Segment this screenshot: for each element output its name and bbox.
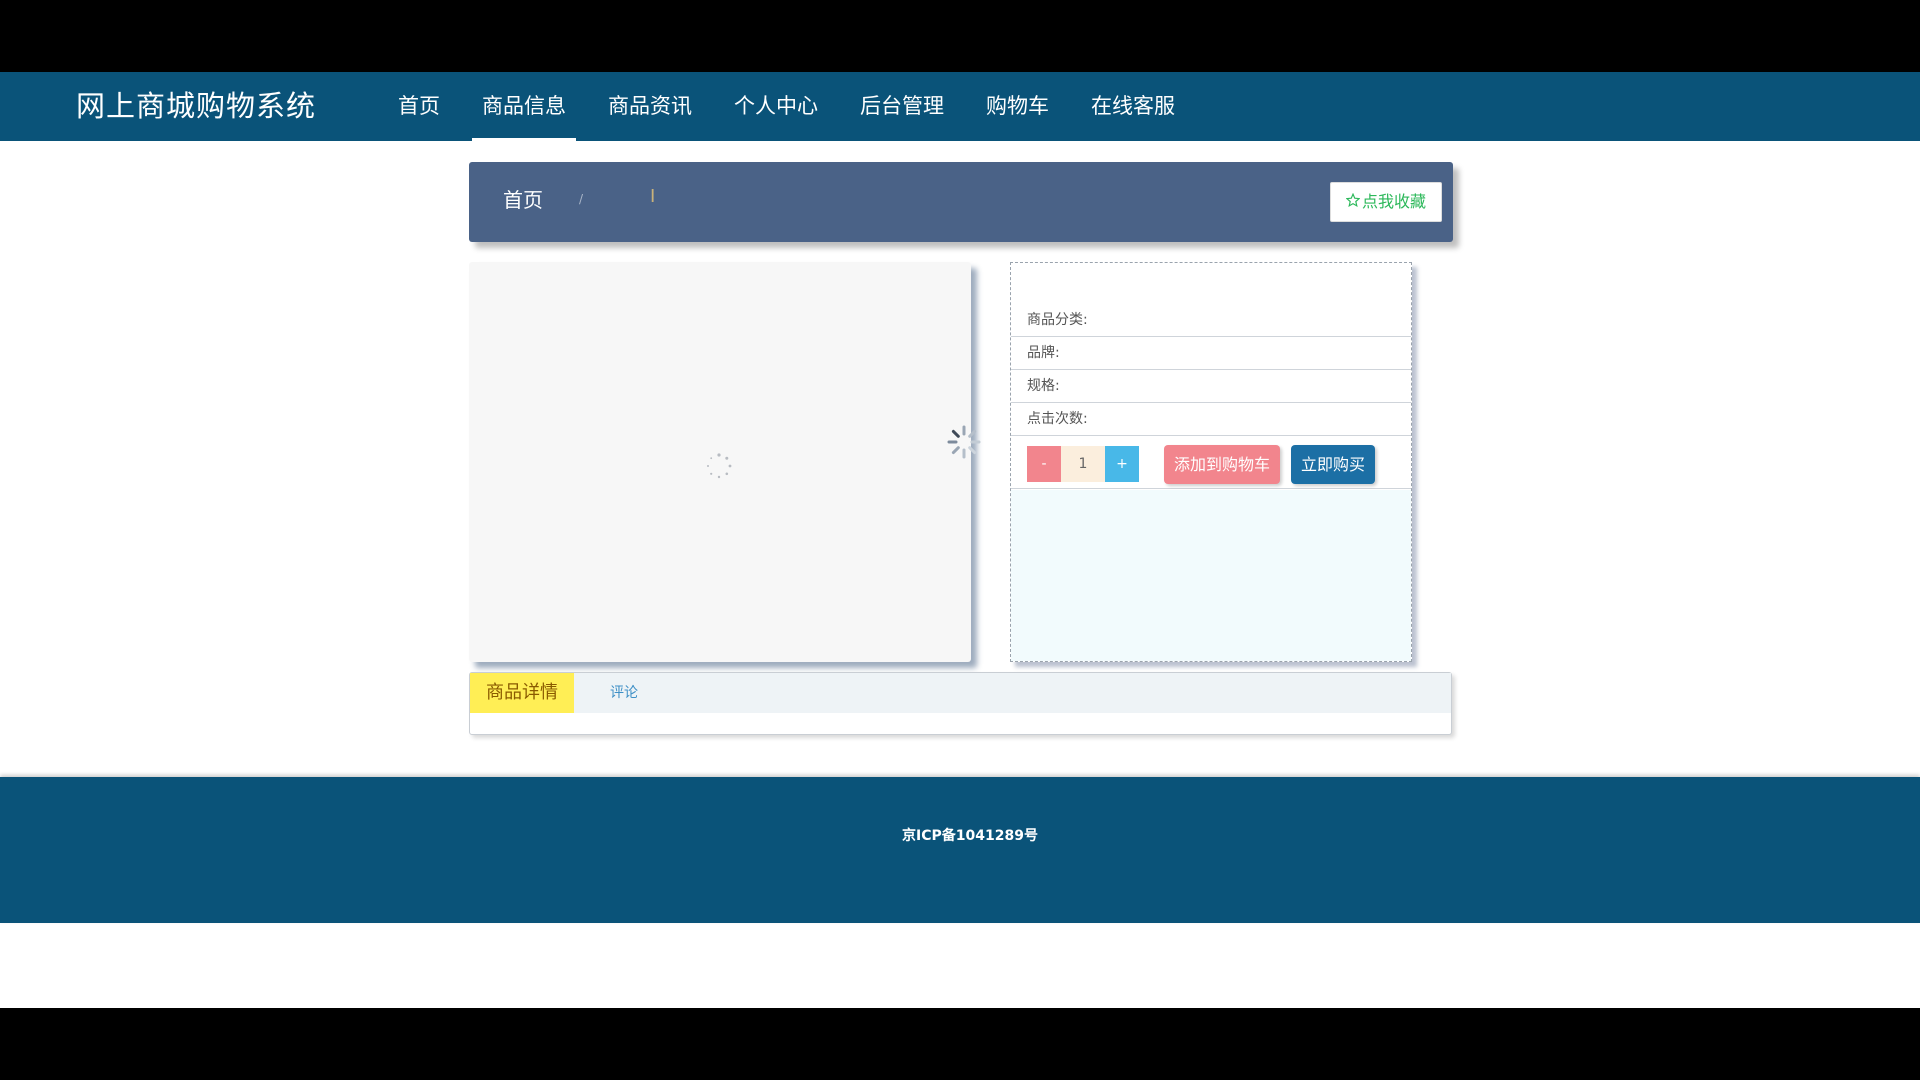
nav-item-customer-service[interactable]: 在线客服 [1081, 72, 1185, 141]
category-label: 商品分类: [1027, 312, 1088, 328]
loading-indicator-icon [947, 425, 981, 459]
nav-item-cart[interactable]: 购物车 [976, 72, 1059, 141]
page: 网上商城购物系统 首页 商品信息 商品资讯 个人中心 后台管理 购物车 在线客服… [0, 72, 1920, 1008]
breadcrumb: 首页 / I 点我收藏 [469, 162, 1453, 242]
favorite-label: 点我收藏 [1361, 192, 1426, 211]
click-count-row: 点击次数: [1011, 403, 1411, 436]
star-outline-icon [1345, 183, 1361, 221]
tab-reviews[interactable]: 评论 [610, 673, 638, 713]
loading-spinner-icon [707, 453, 732, 479]
breadcrumb-separator: / [579, 192, 584, 206]
nav-item-product-news[interactable]: 商品资讯 [598, 72, 702, 141]
footer: 京ICP备1041289号 [0, 777, 1920, 923]
product-image-panel [469, 262, 981, 662]
screen: 网上商城购物系统 首页 商品信息 商品资讯 个人中心 后台管理 购物车 在线客服… [0, 0, 1920, 1080]
spec-label: 规格: [1027, 378, 1060, 394]
add-to-cart-button[interactable]: 添加到购物车 [1164, 445, 1280, 484]
main-menu: 首页 商品信息 商品资讯 个人中心 后台管理 购物车 在线客服 [388, 72, 1207, 141]
product-tabs: 商品详情 评论 [469, 672, 1452, 735]
nav-item-admin[interactable]: 后台管理 [850, 72, 954, 141]
site-brand[interactable]: 网上商城购物系统 [76, 86, 316, 126]
nav-item-home[interactable]: 首页 [388, 72, 450, 141]
top-nav: 网上商城购物系统 首页 商品信息 商品资讯 个人中心 后台管理 购物车 在线客服 [0, 72, 1920, 141]
category-row: 商品分类: [1011, 304, 1411, 337]
info-panel-blank-area [1011, 490, 1411, 661]
click-count-label: 点击次数: [1027, 411, 1088, 427]
buy-now-button[interactable]: 立即购买 [1291, 445, 1375, 484]
purchase-row: - 1 + 添加到购物车 立即购买 [1011, 437, 1411, 489]
tab-product-detail[interactable]: 商品详情 [470, 673, 574, 713]
nav-item-personal-center[interactable]: 个人中心 [724, 72, 828, 141]
brand-row: 品牌: [1011, 337, 1411, 370]
nav-item-product-info[interactable]: 商品信息 [472, 72, 576, 141]
quantity-increase-button[interactable]: + [1105, 446, 1139, 482]
tab-strip: 商品详情 评论 [470, 673, 1451, 713]
icp-record-text: 京ICP备1041289号 [902, 828, 1038, 844]
favorite-button[interactable]: 点我收藏 [1330, 182, 1442, 222]
quantity-input[interactable]: 1 [1061, 446, 1105, 482]
product-info-panel: 商品分类: 品牌: 规格: 点击次数: - 1 + 添加到购物车 立即购买 [1010, 262, 1412, 662]
quantity-decrease-button[interactable]: - [1027, 446, 1061, 482]
spec-row: 规格: [1011, 370, 1411, 403]
text-cursor-icon: I [650, 186, 656, 207]
brand-label: 品牌: [1027, 345, 1060, 361]
breadcrumb-home-link[interactable]: 首页 [503, 186, 543, 214]
